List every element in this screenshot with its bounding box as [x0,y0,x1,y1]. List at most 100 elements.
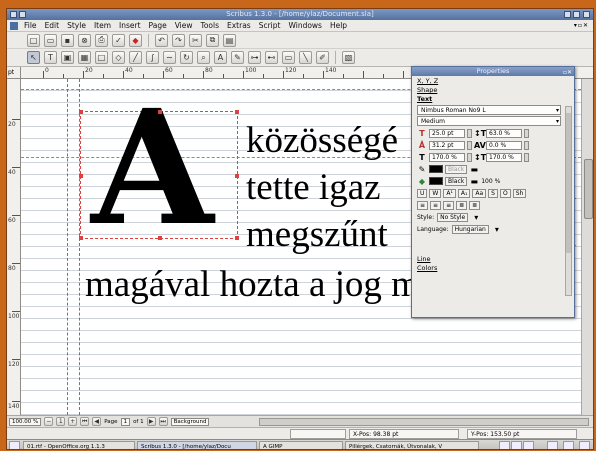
superscript-icon[interactable]: A¹ [443,188,456,198]
palette-scrollbar[interactable] [565,106,572,296]
first-page-icon[interactable]: ⏮ [80,417,90,426]
spin-arrows-icon[interactable] [524,128,529,138]
measure-icon[interactable]: ▭ [282,51,295,64]
smallcaps-icon[interactable]: Aa [472,188,487,198]
xyz-section[interactable]: X, Y, Z [415,77,571,86]
menu-edit[interactable]: Edit [41,20,64,32]
paste-icon[interactable]: ▤ [223,33,236,47]
menu-insert[interactable]: Insert [115,20,145,32]
select-icon[interactable]: ↖ [27,51,40,64]
bezier-icon[interactable]: ∫ [146,51,159,64]
start-menu-icon[interactable] [9,441,20,449]
width-scale-input[interactable]: 63.0 % [486,128,522,138]
cut-icon[interactable]: ✂ [189,33,202,47]
language-select[interactable]: Hungarian [451,224,489,234]
shape-icon[interactable]: □ [95,51,108,64]
vertical-scale-input[interactable]: 170.0 % [486,152,522,162]
window-menu-icon[interactable] [10,11,17,18]
rotate-icon[interactable]: ↻ [180,51,193,64]
font-size-input[interactable]: 25.0 pt [429,128,465,138]
align-right-icon[interactable]: ≡ [443,200,455,210]
image-frame-icon[interactable]: ▣ [61,51,74,64]
zoom-reset-icon[interactable]: 1 [56,417,66,426]
mdi-controls-icon[interactable]: ▾▫✕ [574,22,589,29]
copy-icon[interactable]: ⧉ [206,33,219,47]
menu-style[interactable]: Style [63,20,90,32]
horizontal-scrollbar[interactable] [259,418,589,426]
text-section[interactable]: Text [415,95,571,104]
menu-page[interactable]: Page [145,20,171,32]
align-forced-icon[interactable]: ≣ [469,200,481,210]
vertical-scrollbar[interactable] [581,79,593,415]
last-page-icon[interactable]: ⏭ [158,417,168,426]
resize-handle[interactable] [79,110,83,114]
resize-handle[interactable] [158,236,162,240]
spin-arrows-icon[interactable] [524,152,529,162]
menu-script[interactable]: Script [255,20,285,32]
task-openoffice[interactable]: 01.rtf - OpenOffice.org 1.1.3 [23,441,135,449]
pdf-field-icon[interactable]: ▧ [342,51,355,64]
spin-arrows-icon[interactable] [467,152,472,162]
close-window-icon[interactable] [583,11,590,18]
menu-file[interactable]: File [20,20,41,32]
zoom-in-icon[interactable]: + [68,417,78,426]
unlink-icon[interactable]: ⊷ [265,51,278,64]
edit-text-icon[interactable]: A [214,51,227,64]
text-frame-icon[interactable]: T [44,51,57,64]
menu-extras[interactable]: Extras [223,20,255,32]
eyedropper-icon[interactable]: ╲ [299,51,312,64]
pen-icon[interactable]: ✐ [316,51,329,64]
close-icon[interactable]: ⊗ [78,33,91,47]
task-gimp[interactable]: A GIMP [259,441,343,449]
task-scribus[interactable]: Scribus 1.3.0 - [/home/ylaz/Docu [137,441,257,449]
open-icon[interactable]: ▭ [44,33,57,47]
style-select[interactable]: No Style [437,212,469,222]
align-block-icon[interactable]: ≣ [456,200,468,210]
subscript-icon[interactable]: A₁ [457,188,471,198]
task-layers[interactable]: Pillérgek, Csatornák, Útvonalak, V [345,441,479,449]
resize-handle[interactable] [79,174,83,178]
stroke-color-select[interactable]: Black [445,164,468,174]
minimize-icon[interactable] [564,11,571,18]
menu-item[interactable]: Item [90,20,115,32]
desktop-pager-icon[interactable] [523,441,534,449]
scroll-thumb[interactable] [566,113,571,253]
line-spacing-input[interactable]: 31.2 pt [429,140,465,150]
new-document-icon[interactable]: □ [27,33,40,47]
resize-handle[interactable] [235,110,239,114]
resize-handle[interactable] [79,236,83,240]
story-editor-icon[interactable]: ✎ [231,51,244,64]
preflight-icon[interactable]: ✓ [112,33,125,47]
table-icon[interactable]: ▦ [78,51,91,64]
page-select[interactable]: 1 [120,417,131,426]
freehand-icon[interactable]: ∼ [163,51,176,64]
resize-handle[interactable] [158,110,162,114]
outline-icon[interactable]: O [499,188,511,198]
font-style-select[interactable]: Medium ▾ [417,116,561,126]
desktop-pager-icon[interactable] [511,441,522,449]
shade-icon[interactable] [19,11,26,18]
spin-arrows-icon[interactable] [524,140,529,150]
font-family-select[interactable]: Nimbus Roman No9 L ▾ [417,105,561,115]
maximize-icon[interactable] [573,11,580,18]
menu-windows[interactable]: Windows [284,20,325,32]
prev-page-icon[interactable]: ◀ [92,417,102,426]
line-section[interactable]: Line [415,255,571,264]
strikethrough-icon[interactable]: S [488,188,498,198]
redo-icon[interactable]: ↷ [172,33,185,47]
scroll-thumb[interactable] [584,159,593,219]
polygon-icon[interactable]: ◇ [112,51,125,64]
drop-cap-frame[interactable]: A [79,90,239,248]
shadow-icon[interactable]: Sh [512,188,527,198]
vertical-ruler[interactable]: 20 40 60 80 100 120 140 [7,79,21,415]
horizontal-scale-input[interactable]: 170.0 % [429,152,465,162]
menu-view[interactable]: View [171,20,197,32]
align-center-icon[interactable]: ≡ [430,200,442,210]
layer-select[interactable]: Background [170,417,210,426]
resize-handle[interactable] [235,236,239,240]
align-left-icon[interactable]: ≡ [417,200,429,210]
underline-icon[interactable]: U [417,188,428,198]
colors-section[interactable]: Colors [415,264,571,273]
tracking-input[interactable]: 0.0 % [486,140,522,150]
next-page-icon[interactable]: ▶ [146,417,156,426]
